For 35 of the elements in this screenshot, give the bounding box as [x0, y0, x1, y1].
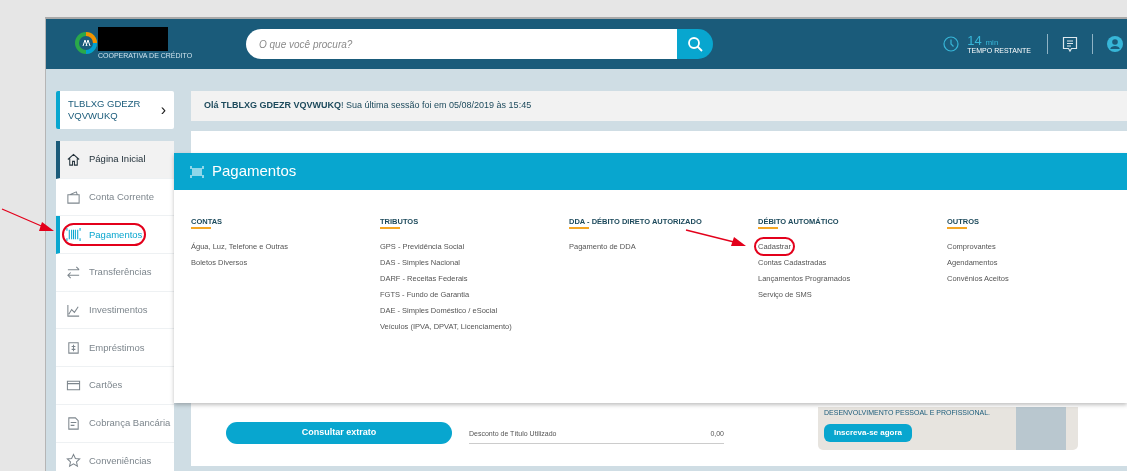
barcode-icon — [190, 164, 204, 179]
user-name: TLBLXG GDEZR VQVWUKQ — [68, 98, 142, 122]
arrows-icon — [66, 264, 81, 280]
chevron-icon: › — [160, 100, 166, 120]
logo-icon — [74, 30, 98, 55]
sidebar-item[interactable]: Conta Corrente — [56, 178, 174, 217]
sidebar-item[interactable]: Empréstimos — [56, 329, 174, 368]
annotation-arrow — [2, 208, 54, 233]
sidebar-item[interactable]: Página Inicial — [56, 141, 174, 179]
sidebar-item[interactable]: Cobrança Bancária — [56, 404, 174, 443]
star-icon — [66, 453, 81, 469]
sidebar-item[interactable]: Investimentos — [56, 291, 174, 330]
sidebar-item[interactable]: Conveniências — [56, 442, 174, 471]
chart-icon — [66, 302, 81, 318]
search-field[interactable]: O que você procura? — [246, 29, 677, 59]
redacted-block — [98, 26, 168, 51]
highlight-outline: Pagamentos — [66, 227, 143, 243]
document-icon — [66, 415, 81, 431]
annotation-arrow — [686, 229, 746, 248]
sidebar-item[interactable]: Cartões — [56, 367, 174, 405]
photo-placeholder — [1016, 407, 1066, 450]
money-icon — [66, 340, 81, 356]
search-icon — [687, 36, 703, 52]
sidebar-item[interactable]: Transferências — [56, 254, 174, 292]
clock-icon — [943, 36, 960, 52]
house-icon — [66, 151, 81, 167]
greeting-text: Olá TLBLXG GDEZR VQVWUKQ! Sua última sessão foi em 05/08/2019 às 15:45 — [204, 99, 532, 113]
wallet-icon — [66, 189, 81, 205]
menu-title: Pagamentos — [212, 161, 297, 182]
user-icon[interactable] — [1107, 36, 1123, 52]
user-card[interactable]: TLBLXG GDEZR VQVWUKQ › — [56, 91, 174, 129]
search-button[interactable] — [677, 29, 713, 59]
session-time: 14 min — [967, 34, 1000, 47]
message-icon[interactable] — [1062, 35, 1078, 53]
barcode-icon — [66, 227, 81, 243]
